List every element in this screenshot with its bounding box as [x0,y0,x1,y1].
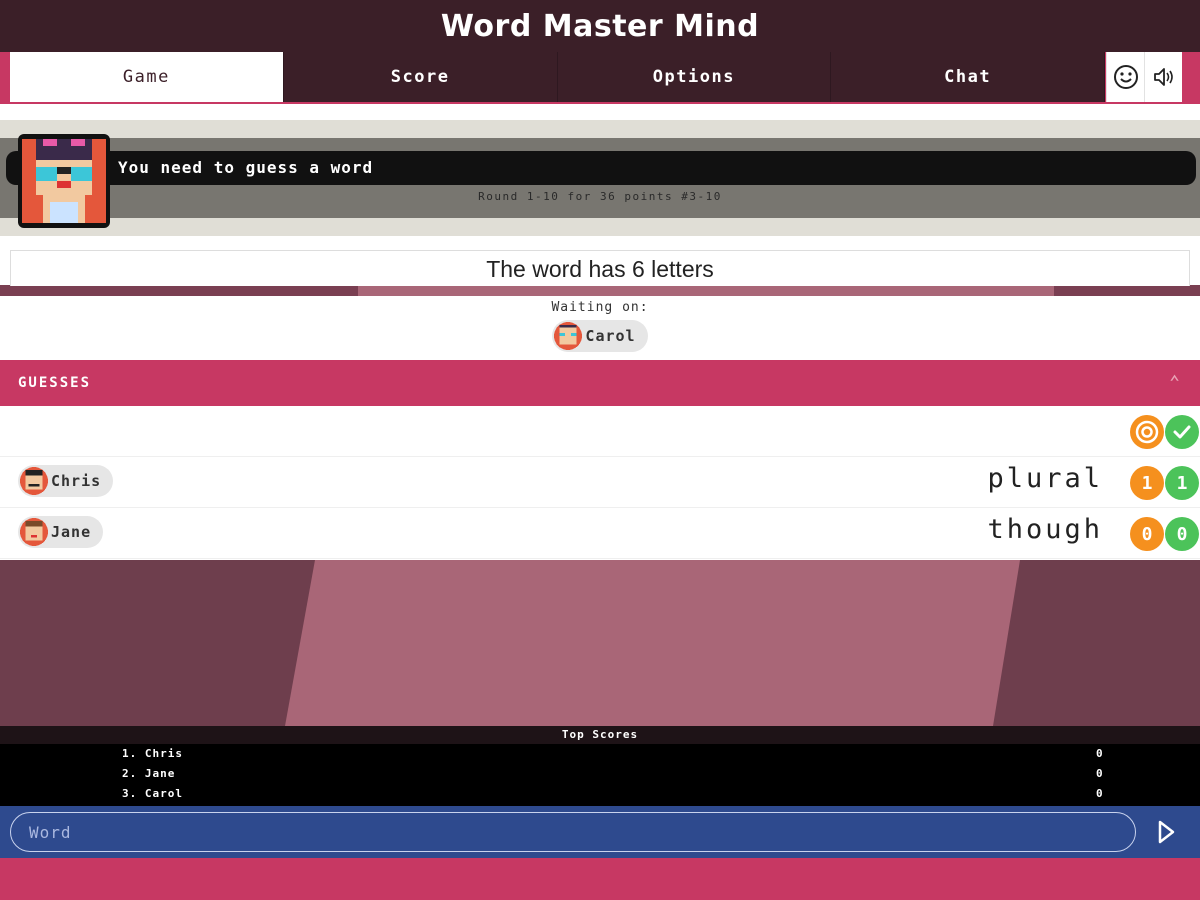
input-bar [0,806,1200,858]
waiting-player-name: Carol [585,327,636,345]
app-title: Word Master Mind [440,8,760,44]
correct-letters-count: 0 [1130,517,1164,551]
score-row: 1. Chris 0 [0,744,1200,764]
chris-avatar [20,467,48,495]
tab-chat[interactable]: Chat [831,52,1105,102]
guess-player-name: Chris [51,472,102,490]
guesses-title: GUESSES [18,375,92,391]
tab-icon-group [1106,52,1182,102]
round-info: Round 1-10 for 36 points #3-10 [478,190,722,203]
guess-word: though [987,514,1103,545]
score-value: 0 [1096,747,1104,760]
carol-avatar [554,322,583,350]
guesses-list: Chris plural 1 1 Jane though 0 0 [0,406,1200,560]
correct-position-count: 0 [1165,517,1199,551]
top-scores-title: Top Scores [0,726,1200,744]
score-name: 3. Carol [122,787,183,800]
correct-position-count: 1 [1165,466,1199,500]
tab-game[interactable]: Game [10,52,284,102]
title-bar: Word Master Mind [0,0,1200,52]
send-icon[interactable] [1150,816,1182,848]
check-icon [1165,415,1199,449]
speaker-icon[interactable] [1144,52,1182,102]
guess-word: plural [987,463,1103,494]
tab-row: Game Score Options Chat [0,52,1200,104]
correct-letters-count: 1 [1130,466,1164,500]
word-hint: The word has 6 letters [10,250,1190,286]
spacer [0,104,1200,120]
waiting-panel: Waiting on: Carol [0,296,1200,360]
player-pill: Chris [18,465,114,497]
chevron-up-icon[interactable]: ⌃ [1169,360,1182,406]
tab-options[interactable]: Options [557,52,832,102]
player-pill: Jane [18,516,104,548]
smiley-icon[interactable] [1106,52,1144,102]
score-name: 2. Jane [122,767,176,780]
target-icon [1130,415,1164,449]
word-input[interactable] [10,812,1136,852]
tab-list: Game Score Options Chat [10,52,1105,102]
score-row: 2. Jane 0 [0,764,1200,784]
score-value: 0 [1096,787,1104,800]
background-decoration [0,560,1200,726]
score-name: 1. Chris [122,747,183,760]
guesses-header[interactable]: GUESSES ⌃ [0,360,1200,406]
banner-message: You need to guess a word [118,158,374,177]
player-avatar [18,134,110,228]
guess-row: Chris plural 1 1 [0,457,1200,508]
top-scores: Top Scores 1. Chris 0 2. Jane 0 3. Carol… [0,726,1200,806]
word-hint-area: The word has 6 letters [0,236,1200,296]
score-value: 0 [1096,767,1104,780]
message-bar: You need to guess a word [6,151,1196,185]
guess-row: Jane though 0 0 [0,508,1200,559]
guess-player-name: Jane [51,523,92,541]
waiting-label: Waiting on: [551,300,649,315]
score-row: 3. Carol 0 [0,784,1200,804]
player-pill-carol: Carol [552,320,648,352]
jane-avatar [20,518,48,546]
footer-bar [0,858,1200,900]
guess-legend-row [0,406,1200,457]
tab-score[interactable]: Score [283,52,558,102]
